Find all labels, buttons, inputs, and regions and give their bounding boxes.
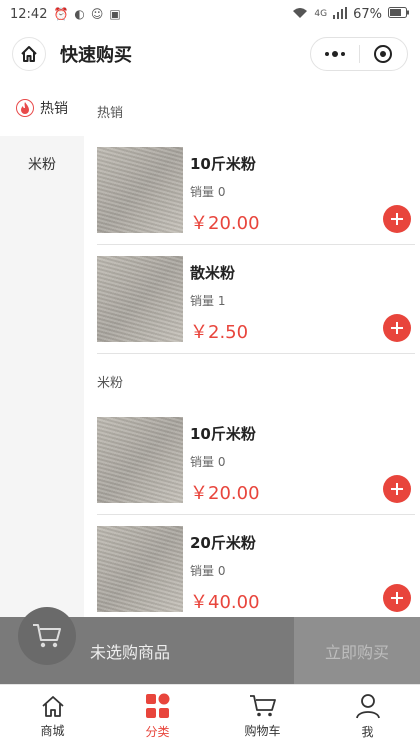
home-icon	[21, 46, 37, 62]
header: 快速购买	[0, 28, 420, 80]
add-to-cart-button[interactable]	[383, 475, 411, 503]
product-name: 10斤米粉	[190, 425, 256, 443]
product-sales: 销量 0	[190, 455, 226, 469]
product-price: ￥2.50	[190, 322, 249, 343]
alarm-icon: ⏰	[53, 7, 69, 21]
miniprogram-capsule	[310, 37, 408, 71]
cart-empty-label: 未选购商品	[90, 642, 171, 662]
product-card[interactable]: 10斤米粉 销量 0 ￥20.00	[97, 417, 415, 515]
qq-icon: ☺	[90, 7, 104, 21]
add-to-cart-button[interactable]	[383, 314, 411, 342]
tab-mall[interactable]: 商城	[0, 685, 105, 747]
sidebar-item-label: 热销	[40, 101, 68, 117]
category-icon	[145, 693, 169, 718]
product-name: 散米粉	[190, 264, 236, 282]
product-name: 20斤米粉	[190, 534, 256, 552]
tab-label: 商城	[40, 723, 65, 738]
close-miniprogram-button[interactable]	[360, 38, 408, 70]
product-image[interactable]	[97, 147, 183, 233]
tab-label: 分类	[145, 724, 170, 739]
cart-icon	[249, 694, 276, 716]
home-icon	[41, 695, 64, 717]
cart-bar: 未选购商品 立即购买	[0, 607, 420, 684]
tab-label: 购物车	[244, 723, 281, 738]
product-sales: 销量 0	[190, 564, 226, 578]
battery-level: 67%	[353, 6, 382, 22]
product-card[interactable]: 10斤米粉 销量 0 ￥20.00	[97, 147, 415, 245]
notification-icon: ◐	[74, 7, 85, 21]
cart-icon	[33, 624, 61, 648]
cart-button[interactable]	[18, 607, 76, 665]
sidebar-item-hot[interactable]: 热销	[0, 80, 84, 136]
sidebar-item-label: 米粉	[28, 157, 56, 173]
status-bar: 12:42 ⏰ ◐ ☺ ▣ 4G 67%	[0, 0, 420, 28]
add-to-cart-button[interactable]	[383, 205, 411, 233]
more-button[interactable]	[311, 38, 359, 70]
user-icon	[355, 693, 380, 718]
image-icon: ▣	[109, 7, 121, 21]
product-price: ￥20.00	[190, 483, 260, 504]
product-price: ￥40.00	[190, 592, 260, 613]
buy-now-button[interactable]: 立即购买	[294, 617, 420, 684]
product-sales: 销量 0	[190, 185, 226, 199]
product-card[interactable]: 散米粉 销量 1 ￥2.50	[97, 256, 415, 354]
plus-icon	[391, 213, 403, 225]
product-image[interactable]	[97, 526, 183, 612]
tab-cart[interactable]: 购物车	[210, 685, 315, 747]
signal-label: 4G	[314, 9, 328, 19]
product-price: ￥20.00	[190, 213, 260, 234]
tab-me[interactable]: 我	[315, 685, 420, 747]
tab-category[interactable]: 分类	[105, 685, 210, 747]
sidebar-item-rice-noodle[interactable]: 米粉	[0, 136, 84, 192]
home-button[interactable]	[12, 37, 46, 71]
tab-label: 我	[361, 724, 374, 739]
add-to-cart-button[interactable]	[383, 584, 411, 612]
product-sales: 销量 1	[190, 294, 226, 308]
plus-icon	[391, 592, 403, 604]
signal-icon	[333, 6, 348, 22]
status-time: 12:42	[10, 6, 48, 22]
target-icon	[374, 45, 393, 63]
more-icon	[324, 51, 345, 57]
product-image[interactable]	[97, 256, 183, 342]
plus-icon	[391, 483, 403, 495]
product-image[interactable]	[97, 417, 183, 503]
battery-icon	[388, 6, 410, 22]
product-list[interactable]: 热销 10斤米粉 销量 0 ￥20.00 散米粉 销量 1 ￥2.50 米粉 1…	[84, 80, 420, 617]
section-title: 热销	[97, 106, 124, 121]
product-card[interactable]: 20斤米粉 销量 0 ￥40.00	[97, 526, 415, 617]
plus-icon	[391, 322, 403, 334]
wifi-icon	[292, 7, 308, 22]
section-title: 米粉	[97, 376, 124, 391]
category-sidebar: 热销 米粉	[0, 80, 84, 617]
product-name: 10斤米粉	[190, 155, 256, 173]
tab-bar: 商城 分类 购物车 我	[0, 684, 420, 747]
fire-icon	[16, 99, 34, 117]
page-title: 快速购买	[60, 45, 132, 66]
